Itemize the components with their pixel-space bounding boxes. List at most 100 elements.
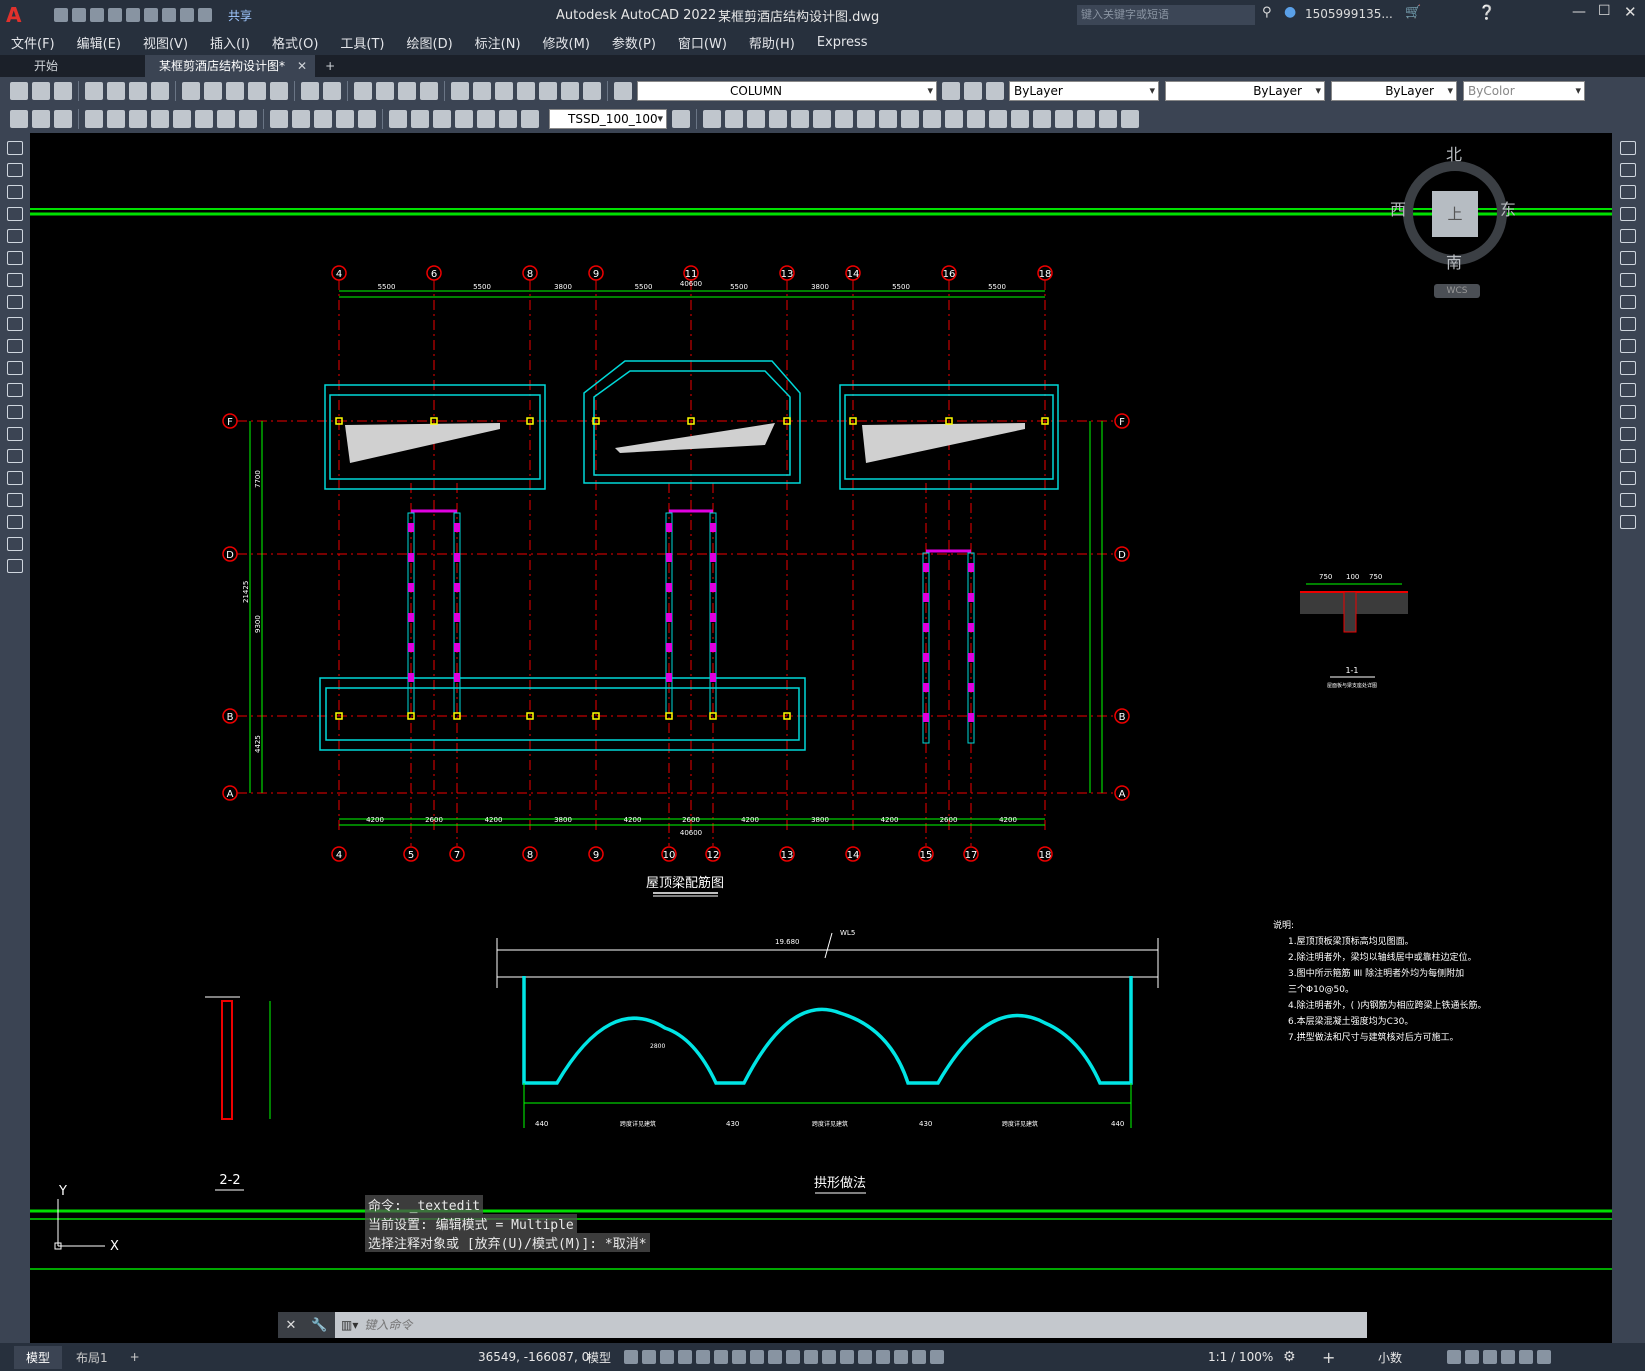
menu-help[interactable]: 帮助(H) xyxy=(738,33,806,52)
annotation-visibility-icon[interactable] xyxy=(912,1350,926,1364)
polar-icon[interactable] xyxy=(714,1350,728,1364)
ordinate-icon[interactable] xyxy=(151,110,169,128)
blend-icon[interactable] xyxy=(1620,493,1636,507)
autocad-logo-icon[interactable]: A xyxy=(6,4,28,26)
modify-17-icon[interactable] xyxy=(1055,110,1073,128)
customization-icon[interactable] xyxy=(1537,1350,1551,1364)
mirror-icon[interactable] xyxy=(1620,185,1636,199)
move-icon[interactable] xyxy=(1620,251,1636,265)
diameter-icon[interactable] xyxy=(217,110,235,128)
customize-icon[interactable]: 🔧 xyxy=(311,1318,327,1333)
3d-print-icon[interactable] xyxy=(151,82,169,100)
add-selected-icon[interactable] xyxy=(7,559,23,573)
lineweight-icon[interactable] xyxy=(786,1350,800,1364)
auto-scale-icon[interactable] xyxy=(930,1350,944,1364)
compass-east[interactable]: 东 xyxy=(1500,196,1516,220)
graphics-performance-icon[interactable] xyxy=(1501,1350,1515,1364)
menu-parametric[interactable]: 参数(P) xyxy=(601,33,667,52)
polygon-icon[interactable] xyxy=(7,207,23,221)
qnew-icon[interactable] xyxy=(10,82,28,100)
trim-icon[interactable] xyxy=(1620,339,1636,353)
offset-icon[interactable] xyxy=(1620,207,1636,221)
tool-3-icon[interactable] xyxy=(54,110,72,128)
redo-toolbar-icon[interactable] xyxy=(323,82,341,100)
annotation-scale[interactable]: 1:1 / 100% xyxy=(1208,1350,1273,1364)
viewcube[interactable]: 上 北 南 西 东 WCS xyxy=(1390,145,1516,298)
modify-9-icon[interactable] xyxy=(879,110,897,128)
save-as-icon[interactable] xyxy=(108,8,122,22)
dimstyle-icon[interactable] xyxy=(672,110,690,128)
make-block-icon[interactable] xyxy=(7,405,23,419)
dim-update-icon[interactable] xyxy=(521,110,539,128)
jogged-icon[interactable] xyxy=(195,110,213,128)
menu-express[interactable]: Express xyxy=(806,35,879,50)
baseline-icon[interactable] xyxy=(292,110,310,128)
ortho-icon[interactable] xyxy=(696,1350,710,1364)
linear-dim-icon[interactable] xyxy=(85,110,103,128)
tab-start[interactable]: 开始 xyxy=(0,55,145,77)
compass-north[interactable]: 北 xyxy=(1446,141,1462,165)
web-save-icon[interactable] xyxy=(144,8,158,22)
annotation-monitor-icon[interactable]: + xyxy=(1322,1348,1335,1367)
angular-icon[interactable] xyxy=(239,110,257,128)
radius-dim-icon[interactable] xyxy=(173,110,191,128)
gradient-icon[interactable] xyxy=(7,471,23,485)
modify-2-icon[interactable] xyxy=(725,110,743,128)
maximize-button[interactable]: ☐ xyxy=(1598,3,1611,19)
mtext-icon[interactable] xyxy=(7,537,23,551)
menu-format[interactable]: 格式(O) xyxy=(261,33,329,52)
undo-toolbar-icon[interactable] xyxy=(301,82,319,100)
menu-tools[interactable]: 工具(T) xyxy=(329,33,395,52)
modify-5-icon[interactable] xyxy=(791,110,809,128)
modify-13-icon[interactable] xyxy=(967,110,985,128)
save-file-icon[interactable] xyxy=(54,82,72,100)
inspect-icon[interactable] xyxy=(433,110,451,128)
layer-properties-icon[interactable] xyxy=(614,82,632,100)
open-file-icon[interactable] xyxy=(32,82,50,100)
modify-12-icon[interactable] xyxy=(945,110,963,128)
modify-10-icon[interactable] xyxy=(901,110,919,128)
continue-icon[interactable] xyxy=(314,110,332,128)
new-icon[interactable] xyxy=(54,8,68,22)
extend-icon[interactable] xyxy=(1620,361,1636,375)
modify-3-icon[interactable] xyxy=(747,110,765,128)
coordinates[interactable]: 36549, -166087, 0 xyxy=(478,1350,589,1364)
menu-window[interactable]: 窗口(W) xyxy=(667,33,738,52)
user-name[interactable]: 1505999135... xyxy=(1305,7,1393,21)
paste-icon[interactable] xyxy=(226,82,244,100)
dim-space-icon[interactable] xyxy=(336,110,354,128)
block-editor-icon[interactable] xyxy=(270,82,288,100)
snap-icon[interactable] xyxy=(642,1350,656,1364)
circle-icon[interactable] xyxy=(7,273,23,287)
arc-length-icon[interactable] xyxy=(129,110,147,128)
construction-line-icon[interactable] xyxy=(7,163,23,177)
open-icon[interactable] xyxy=(72,8,86,22)
modify-14-icon[interactable] xyxy=(989,110,1007,128)
add-layout-tab[interactable]: + xyxy=(122,1347,148,1367)
tool-2-icon[interactable] xyxy=(32,110,50,128)
modify-1-icon[interactable] xyxy=(703,110,721,128)
plotstyle-dropdown[interactable]: ByColor xyxy=(1463,81,1585,101)
user-icon[interactable]: ● xyxy=(1284,4,1296,20)
point-icon[interactable] xyxy=(7,427,23,441)
minimize-button[interactable]: — xyxy=(1572,4,1586,20)
copy-object-icon[interactable] xyxy=(1620,163,1636,177)
tolerance-icon[interactable] xyxy=(389,110,407,128)
compass-south[interactable]: 南 xyxy=(1446,249,1462,273)
pan-icon[interactable] xyxy=(354,82,372,100)
revcloud-icon[interactable] xyxy=(7,295,23,309)
menu-insert[interactable]: 插入(I) xyxy=(199,33,261,52)
modify-6-icon[interactable] xyxy=(813,110,831,128)
close-button[interactable]: ✕ xyxy=(1624,3,1637,21)
gizmo-icon[interactable] xyxy=(894,1350,908,1364)
center-mark-icon[interactable] xyxy=(411,110,429,128)
new-tab-button[interactable]: + xyxy=(311,55,349,77)
array-icon[interactable] xyxy=(1620,229,1636,243)
isodraft-icon[interactable] xyxy=(732,1350,746,1364)
cut-icon[interactable] xyxy=(182,82,200,100)
quickcalc-icon[interactable] xyxy=(561,82,579,100)
workspace-icon[interactable]: ⚙ xyxy=(1283,1349,1296,1365)
erase-icon[interactable] xyxy=(1620,141,1636,155)
help-toolbar-icon[interactable] xyxy=(583,82,601,100)
rectangle-icon[interactable] xyxy=(7,229,23,243)
